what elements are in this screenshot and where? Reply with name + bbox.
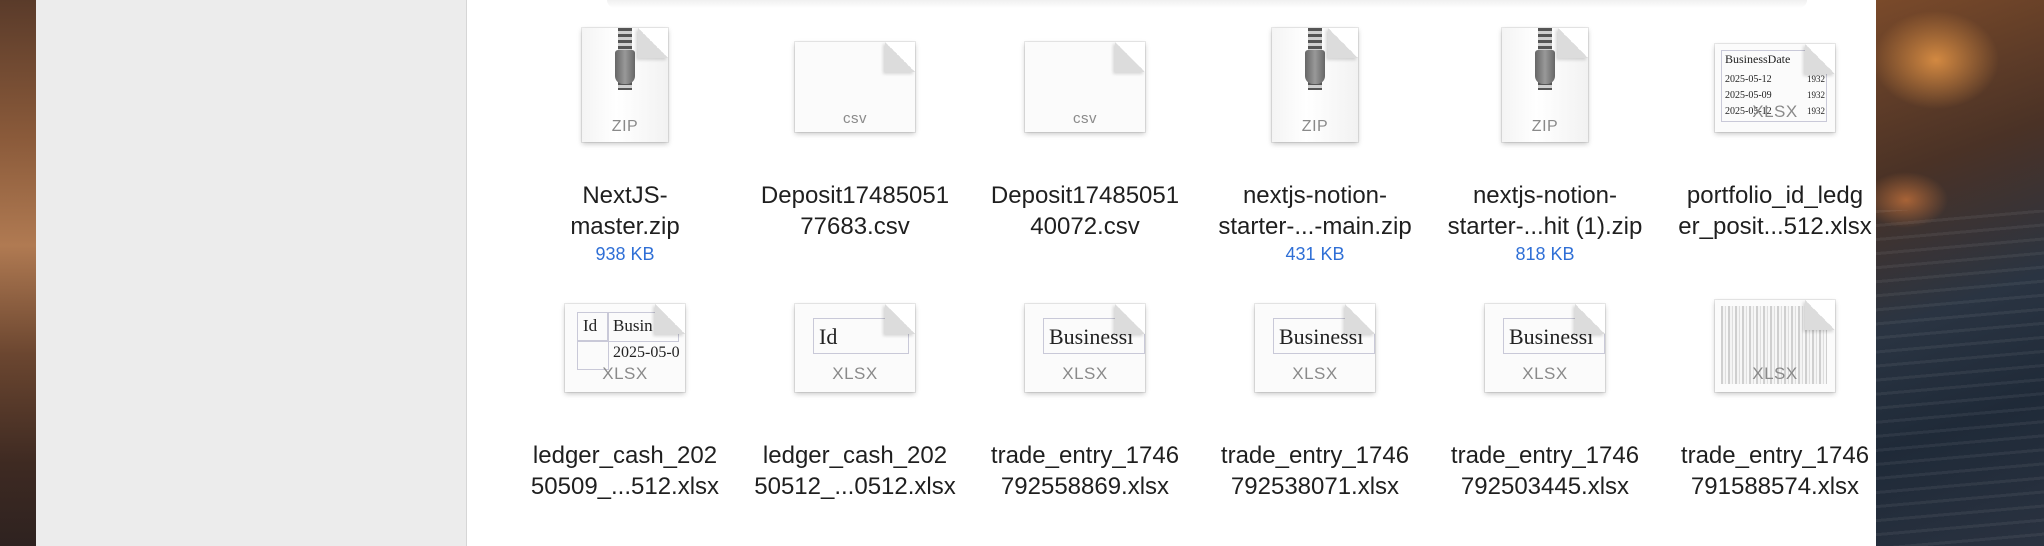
xlsx-file-icon: BusinessDate 2025-05-12 2025-05-09 2025-… bbox=[1665, 22, 1885, 152]
file-type-label: ZIP bbox=[1301, 118, 1329, 135]
file-size: 818 KB bbox=[1515, 244, 1575, 264]
xlsx-file-icon: Businessı XLSX bbox=[1435, 282, 1655, 412]
file-type-label: XLSX bbox=[832, 364, 878, 383]
file-item[interactable]: BusinessDate 2025-05-12 2025-05-09 2025-… bbox=[1665, 22, 1885, 242]
file-item[interactable]: Id Busin 2025-05-0 XLSX ledger_cash_202 5… bbox=[515, 282, 735, 502]
desktop-wallpaper-left bbox=[0, 0, 36, 546]
file-item[interactable]: ZIP nextjs-notion-starter-...-main.zip 4… bbox=[1205, 22, 1425, 265]
file-name: trade_entry_1746 792558869.xlsx bbox=[990, 442, 1180, 500]
file-size: 431 KB bbox=[1285, 244, 1345, 264]
zip-file-icon: ZIP bbox=[1205, 22, 1425, 152]
file-name: nextjs-notion-starter-...-main.zip bbox=[1218, 182, 1412, 240]
file-type-label: ZIP bbox=[1531, 118, 1559, 135]
file-item[interactable]: Id XLSX ledger_cash_202 50512_...0512.xls… bbox=[745, 282, 965, 502]
xlsx-file-icon: Businessı XLSX bbox=[975, 282, 1195, 412]
file-item[interactable]: Businessı XLSX trade_entry_1746 792538071… bbox=[1205, 282, 1425, 502]
xlsx-file-icon: Id XLSX bbox=[745, 282, 965, 412]
file-name: Deposit17485051 77683.csv bbox=[760, 182, 950, 240]
file-type-label: XLSX bbox=[1292, 364, 1338, 383]
xlsx-file-icon: Id Busin 2025-05-0 XLSX bbox=[515, 282, 735, 412]
file-grid: ZIP NextJS-master.zip 938 KB csv Deposit… bbox=[467, 0, 1876, 546]
file-type-label: ZIP bbox=[611, 118, 639, 135]
file-type-label: XLSX bbox=[1062, 364, 1108, 383]
xlsx-file-icon: Businessı XLSX bbox=[1205, 282, 1425, 412]
file-size: 938 KB bbox=[595, 244, 655, 264]
file-item[interactable]: csv Deposit17485051 77683.csv bbox=[745, 22, 965, 242]
desktop-wallpaper-right bbox=[1876, 0, 2044, 546]
file-name: ledger_cash_202 50509_...512.xlsx bbox=[530, 442, 720, 500]
header-shadow bbox=[607, 0, 1807, 8]
finder-sidebar bbox=[36, 0, 467, 546]
xlsx-file-icon: XLSX bbox=[1665, 282, 1885, 412]
file-name: ledger_cash_202 50512_...0512.xlsx bbox=[754, 442, 956, 500]
file-type-label: XLSX bbox=[1752, 364, 1798, 383]
file-item[interactable]: Businessı XLSX trade_entry_1746 792503445… bbox=[1435, 282, 1655, 502]
file-item[interactable]: csv Deposit17485051 40072.csv bbox=[975, 22, 1195, 242]
file-type-label: csv bbox=[843, 110, 867, 127]
file-type-label: XLSX bbox=[602, 364, 648, 383]
file-name: trade_entry_1746 791588574.xlsx bbox=[1680, 442, 1870, 500]
file-name: portfolio_id_ledg er_posit...512.xlsx bbox=[1678, 182, 1872, 240]
file-item[interactable]: XLSX trade_entry_1746 791588574.xlsx bbox=[1665, 282, 1885, 502]
zip-file-icon: ZIP bbox=[515, 22, 735, 152]
file-name: NextJS-master.zip bbox=[570, 182, 680, 240]
finder-window: ZIP NextJS-master.zip 938 KB csv Deposit… bbox=[36, 0, 1876, 546]
file-name: Deposit17485051 40072.csv bbox=[990, 182, 1180, 240]
file-item[interactable]: Businessı XLSX trade_entry_1746 792558869… bbox=[975, 282, 1195, 502]
csv-file-icon: csv bbox=[745, 22, 965, 152]
file-type-label: csv bbox=[1073, 110, 1097, 127]
csv-file-icon: csv bbox=[975, 22, 1195, 152]
file-name: nextjs-notion-starter-...hit (1).zip bbox=[1447, 182, 1643, 240]
file-type-label: XLSX bbox=[1522, 364, 1568, 383]
file-type-label: XLSX bbox=[1752, 102, 1798, 121]
file-name: trade_entry_1746 792503445.xlsx bbox=[1450, 442, 1640, 500]
file-item[interactable]: ZIP nextjs-notion-starter-...hit (1).zip… bbox=[1435, 22, 1655, 265]
file-item[interactable]: ZIP NextJS-master.zip 938 KB bbox=[515, 22, 735, 265]
zip-file-icon: ZIP bbox=[1435, 22, 1655, 152]
file-name: trade_entry_1746 792538071.xlsx bbox=[1220, 442, 1410, 500]
